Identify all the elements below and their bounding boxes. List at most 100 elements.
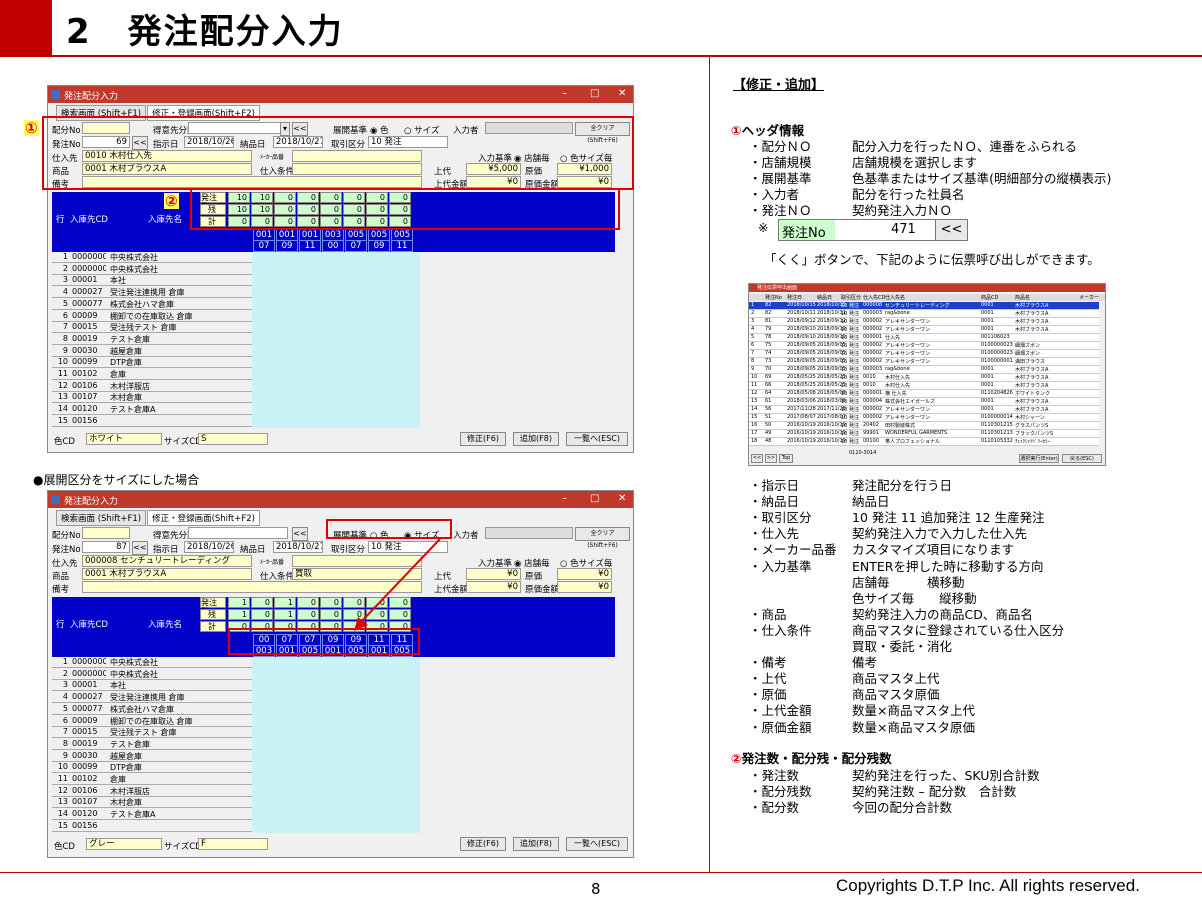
table-row[interactable]: 10 00099 DTP倉庫: [52, 762, 252, 774]
table-row[interactable]: 3 00001 本社: [52, 680, 252, 692]
popup-top-button[interactable]: Top: [779, 454, 793, 463]
table-row[interactable]: 9 00030 越屋倉庫: [52, 346, 252, 357]
popup-row[interactable]: 14 56 2017/11/28 2017/11/28 10 発注 000002 アレキサン…: [749, 406, 1099, 414]
maximize-icon[interactable]: □: [590, 88, 599, 99]
table-row[interactable]: 2 0000000 中央株式会社: [52, 669, 252, 680]
table-row[interactable]: 1 0000000 中央株式会社: [52, 252, 252, 263]
popup-cell: 9: [751, 366, 755, 372]
table-row[interactable]: 15 00156: [52, 821, 252, 832]
table-row[interactable]: 14 00120 テスト倉庫A: [52, 809, 252, 821]
table-row[interactable]: 5 000077 株式会社ハマ倉庫: [52, 704, 252, 715]
tokui-select[interactable]: [188, 527, 288, 539]
table-row[interactable]: 12 00106 木村洋服店: [52, 786, 252, 797]
iro-cd-field[interactable]: グレー: [86, 838, 162, 850]
tab-edit[interactable]: 修正・登録画面(Shift+F2): [147, 510, 260, 526]
table-row[interactable]: 4 000027 受注発注連携用 倉庫: [52, 287, 252, 299]
all-clear-button[interactable]: 全クリア(Shift+F6): [575, 527, 630, 549]
table-row[interactable]: 11 00102 倉庫: [52, 369, 252, 380]
shusei-button[interactable]: 修正(F6): [460, 432, 506, 446]
shiji-field[interactable]: 2018/10/26: [184, 541, 234, 553]
table-row[interactable]: 13 00107 木村倉庫: [52, 797, 252, 809]
popup-select-button[interactable]: 選択実行(Enter): [1019, 454, 1059, 463]
popup-row[interactable]: 11 66 2018/05/25 2018/05/25 10 発注 0010 木村仕入先 00…: [749, 382, 1099, 390]
popup-row[interactable]: 18 48 2016/10/19 2016/10/19 10 発注 00100 帯人プロフェ…: [749, 438, 1099, 446]
back-button[interactable]: <<: [292, 527, 308, 541]
popup-cell: 00100: [863, 438, 879, 444]
table-row[interactable]: 5 000077 株式会社ハマ倉庫: [52, 299, 252, 310]
popup-row[interactable]: 9 70 2018/09/05 2018/09/05 10 発注 000003 rag&bo…: [749, 366, 1099, 374]
popup-esc-button[interactable]: 戻る(ESC): [1062, 454, 1102, 463]
popup-row[interactable]: 5 78 2018/09/10 2018/09/10 10 発注 000001 仕入先 001…: [749, 334, 1099, 342]
popup-row[interactable]: 3 81 2018/09/12 2018/09/12 10 発注 000002 アレキサンダ…: [749, 318, 1099, 326]
popup-prev-button[interactable]: <<: [751, 454, 763, 463]
tsuika-button[interactable]: 追加(F8): [513, 837, 559, 851]
hachusu-cell[interactable]: 1: [274, 597, 296, 608]
table-row[interactable]: 7 00015 受注残テスト 倉庫: [52, 727, 252, 739]
popup-row[interactable]: 8 73 2018/09/05 2018/09/05 10 発注 000002 アレキサンダ…: [749, 358, 1099, 366]
close-icon[interactable]: ✕: [618, 493, 626, 504]
table-row[interactable]: 15 00156: [52, 416, 252, 427]
hachusu-cell[interactable]: 0: [251, 597, 273, 608]
hachusu-cell[interactable]: 0: [297, 597, 319, 608]
iro-cd-field[interactable]: ホワイト: [86, 433, 162, 445]
table-row[interactable]: 12 00106 木村洋服店: [52, 381, 252, 392]
table-row[interactable]: 14 00120 テスト倉庫A: [52, 404, 252, 416]
popup-cell: 2018/09/12: [787, 318, 816, 324]
minimize-icon[interactable]: –: [562, 88, 567, 99]
popup-row[interactable]: 4 79 2018/09/10 2018/09/10 10 発注 000002 アレキサンダ…: [749, 326, 1099, 334]
nohin-field[interactable]: 2018/10/27: [273, 541, 323, 553]
shusei-button[interactable]: 修正(F6): [460, 837, 506, 851]
popup-row[interactable]: 13 61 2018/03/06 2018/03/06 10 発注 000004 株式会社エ…: [749, 398, 1099, 406]
table-row[interactable]: 7 00015 受注残テスト 倉庫: [52, 322, 252, 334]
table-row[interactable]: 8 00019 テスト倉庫: [52, 739, 252, 750]
zan-cell[interactable]: 0: [251, 609, 273, 620]
zan-label: 残: [200, 609, 226, 620]
table-row[interactable]: 8 00019 テスト倉庫: [52, 334, 252, 345]
size-cd-field[interactable]: S: [198, 433, 268, 445]
table-row[interactable]: 6 00009 棚卸での在庫取込 倉庫: [52, 716, 252, 727]
popup-row[interactable]: 15 51 2017/08/07 2017/08/07 10 発注 000002 アレキサン…: [749, 414, 1099, 422]
ichiran-button[interactable]: 一覧へ(ESC): [566, 432, 628, 446]
popup-row[interactable]: 7 74 2018/09/05 2018/09/05 10 発注 000002 アレキサンダ…: [749, 350, 1099, 358]
allocation-grid-body[interactable]: [252, 252, 420, 428]
popup-row[interactable]: 16 50 2016/10/19 2016/10/19 10 発注 20402 田村製縫株式…: [749, 422, 1099, 430]
table-row[interactable]: 9 00030 越屋倉庫: [52, 751, 252, 762]
tsuika-button[interactable]: 追加(F8): [513, 432, 559, 446]
close-icon[interactable]: ✕: [618, 88, 626, 99]
shohin-field[interactable]: 0001 木村ブラウスA: [82, 568, 252, 580]
tab-search[interactable]: 検索画面 (Shift+F1): [56, 510, 147, 526]
zan-cell[interactable]: 0: [320, 609, 342, 620]
popup-next-button[interactable]: >>: [765, 454, 777, 463]
table-row[interactable]: 13 00107 木村倉庫: [52, 392, 252, 404]
minimize-icon[interactable]: –: [562, 493, 567, 504]
popup-row[interactable]: 12 64 2018/05/08 2018/05/08 10 発注 000001 横 仕入先…: [749, 390, 1099, 398]
row-number: 1: [62, 657, 68, 666]
table-row[interactable]: 3 00001 本社: [52, 275, 252, 287]
hachusu-cell[interactable]: 0: [320, 597, 342, 608]
zan-cell[interactable]: 1: [274, 609, 296, 620]
table-row[interactable]: 1 0000000 中央株式会社: [52, 657, 252, 668]
maximize-icon[interactable]: □: [590, 493, 599, 504]
app-icon: [51, 495, 60, 504]
zan-cell[interactable]: 1: [228, 609, 250, 620]
haibun-no-field[interactable]: [82, 527, 130, 539]
hachusu-cell[interactable]: 1: [228, 597, 250, 608]
popup-row[interactable]: 10 69 2018/05/25 2018/05/25 10 発注 0010 木村仕入先 00…: [749, 374, 1099, 382]
popup-row[interactable]: 1 82 2018/10/15 2018/10/15 10 発注 000008 センチュリー…: [749, 302, 1099, 310]
hachu-back-button[interactable]: <<: [132, 541, 148, 555]
table-row[interactable]: 11 00102 倉庫: [52, 774, 252, 785]
hachu-no-field[interactable]: 87: [82, 541, 130, 553]
shiire-field[interactable]: 000008 センチュリートレーディング: [82, 555, 252, 567]
popup-row[interactable]: 17 49 2016/10/19 2016/10/19 10 発注 99901 WONDER…: [749, 430, 1099, 438]
size-cd-field[interactable]: F: [198, 838, 268, 850]
allocation-grid-body[interactable]: [252, 657, 420, 833]
popup-row[interactable]: 2 82 2018/10/11 2018/10/11 10 発注 000003 rag&bo…: [749, 310, 1099, 318]
table-row[interactable]: 10 00099 DTP倉庫: [52, 357, 252, 369]
nyuryoku-select[interactable]: [485, 527, 573, 539]
table-row[interactable]: 4 000027 受注発注連携用 倉庫: [52, 692, 252, 704]
table-row[interactable]: 2 0000000 中央株式会社: [52, 264, 252, 275]
popup-row[interactable]: 6 75 2018/09/05 2018/09/05 10 発注 000002 アレキサンダ…: [749, 342, 1099, 350]
table-row[interactable]: 6 00009 棚卸での在庫取込 倉庫: [52, 311, 252, 322]
zan-cell[interactable]: 0: [297, 609, 319, 620]
ichiran-button[interactable]: 一覧へ(ESC): [566, 837, 628, 851]
